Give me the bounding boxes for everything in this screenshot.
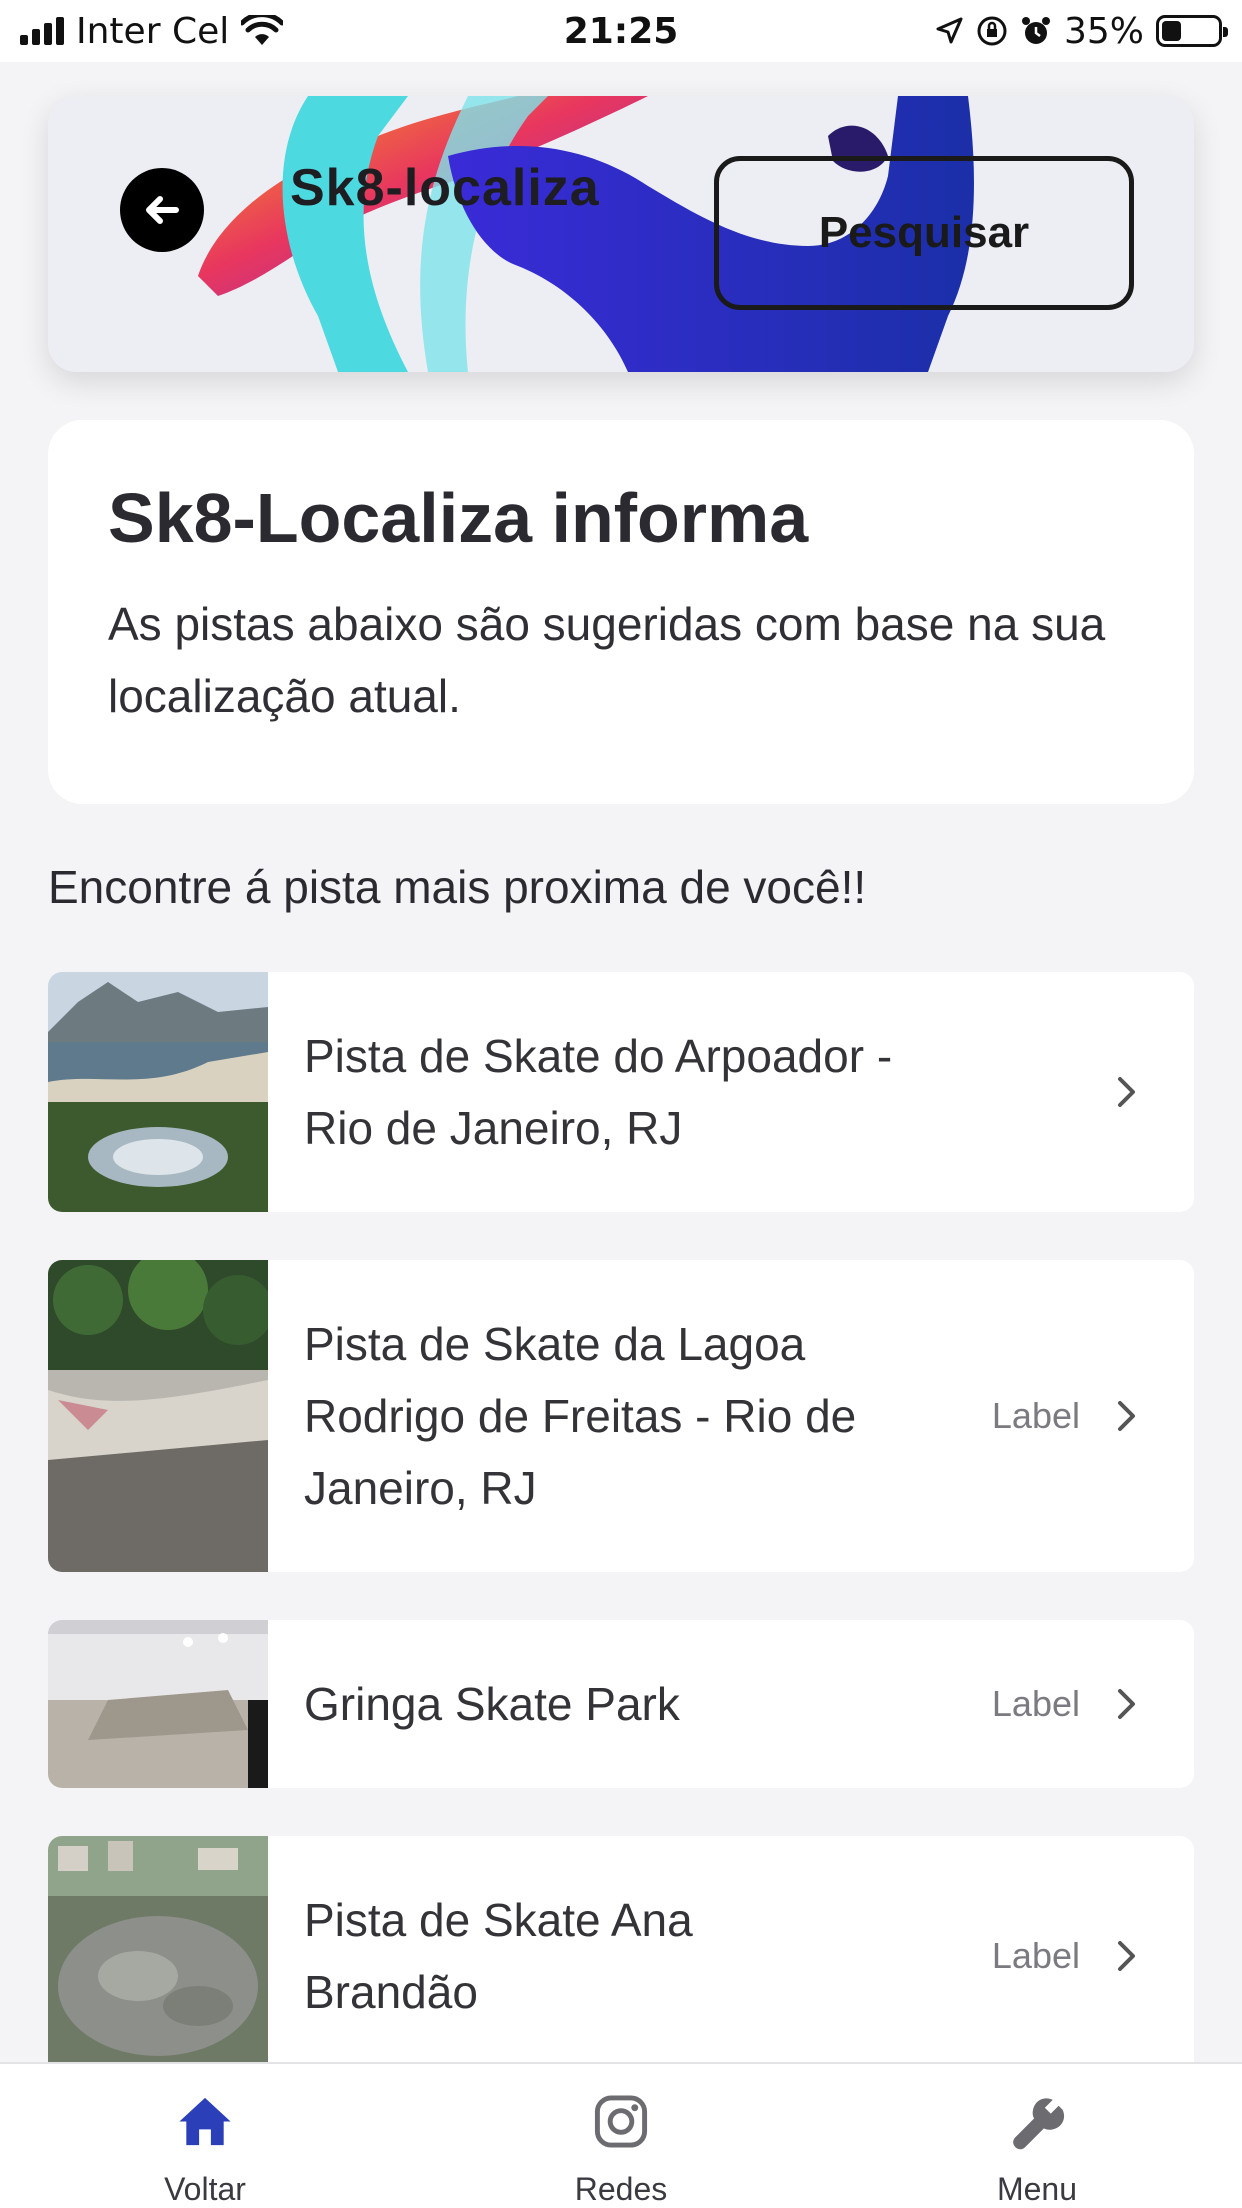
search-button[interactable]: Pesquisar [714,156,1134,310]
tab-label: Voltar [164,2171,246,2207]
park-thumbnail [48,1836,268,2076]
location-icon [936,17,963,44]
park-label: Label [991,1935,1080,1976]
park-label: Label [991,1683,1080,1724]
info-card: Sk8-Localiza informa As pistas abaixo sã… [48,420,1194,804]
app-title: Sk8-localiza [290,159,600,217]
carrier-name: Inter Cel [76,10,230,52]
park-title: Pista de Skate do Arpoador - Rio de Jane… [304,1030,893,1154]
status-left: Inter Cel [20,10,284,52]
chevron-right-icon [1118,1689,1135,1719]
chevron-right-icon [1118,1941,1135,1971]
battery-percent: 35% [1063,10,1144,52]
back-button[interactable] [120,168,204,252]
signal-icon [20,17,64,45]
park-thumbnail [48,1620,268,1788]
chevron-right-icon [1118,1401,1135,1431]
arrow-left-icon [146,196,179,224]
section-heading: Encontre á pista mais proxima de você!! [48,861,867,913]
park-title: Pista de Skate da Lagoa Rodrigo de Freit… [304,1318,857,1514]
list-item[interactable]: Pista de Skate da Lagoa Rodrigo de Freit… [48,1260,1194,1572]
wrench-icon [1013,2098,1065,2150]
wifi-icon [241,15,284,45]
instagram-icon [594,2095,648,2148]
bottom-tab-bar: Voltar Redes Menu [0,2062,1242,2208]
list-item[interactable]: Gringa Skate Park Label [48,1620,1194,1788]
tab-label: Menu [996,2171,1078,2207]
status-bar: Inter Cel 21:25 35% [0,0,1242,62]
chevron-right-icon [1118,1077,1135,1107]
park-label: Label [991,1395,1080,1436]
park-thumbnail [48,972,268,1212]
info-text: As pistas abaixo são sugeridas com base … [108,598,1106,722]
header-card: Sk8-localiza Pesquisar [48,96,1194,372]
tab-menu[interactable]: Menu [922,2064,1152,2208]
status-right: 35% [934,10,1228,52]
home-icon [179,2097,231,2146]
info-title: Sk8-Localiza informa [108,479,809,557]
tab-label: Redes [574,2171,668,2207]
tab-voltar[interactable]: Voltar [90,2064,320,2208]
park-thumbnail [48,1260,268,1572]
battery-icon [1156,15,1228,47]
park-title: Pista de Skate Ana Brandão [304,1894,693,2018]
tab-redes[interactable]: Redes [506,2064,736,2208]
rotation-lock-icon [977,16,1007,46]
list-item[interactable]: Pista de Skate Ana Brandão Label [48,1836,1194,2076]
list-item[interactable]: Pista de Skate do Arpoador - Rio de Jane… [48,972,1194,1212]
park-title: Gringa Skate Park [304,1678,680,1730]
alarm-icon [1021,17,1050,44]
